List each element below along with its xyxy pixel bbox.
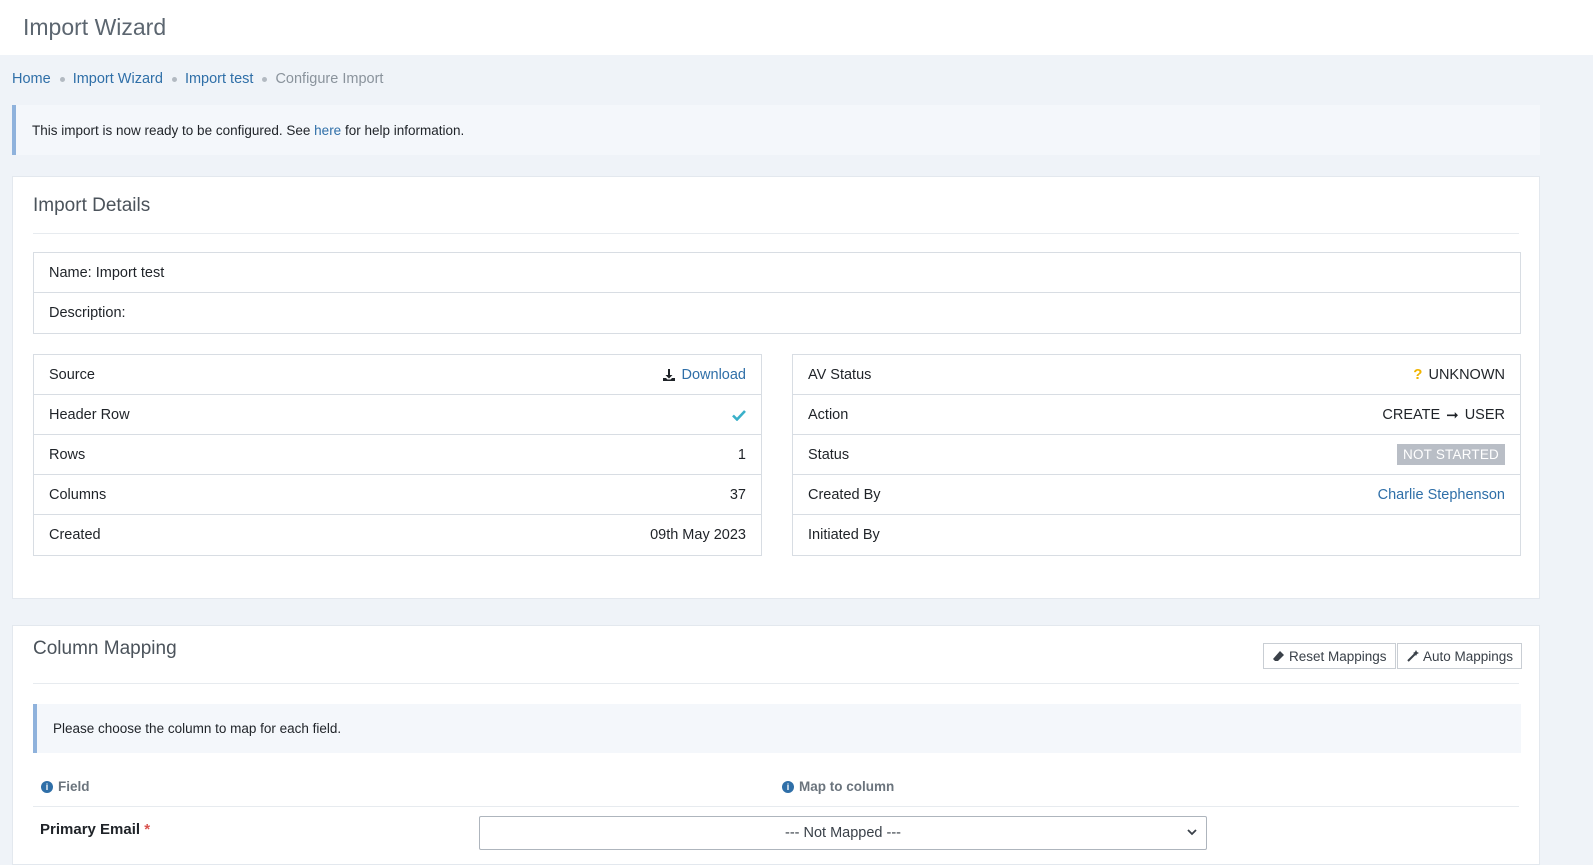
source-label: Source bbox=[49, 366, 95, 383]
page-title: Import Wizard bbox=[23, 14, 167, 40]
breadcrumb-current: Configure Import bbox=[275, 71, 384, 87]
breadcrumb-separator bbox=[59, 76, 65, 82]
av-status-label: AV Status bbox=[808, 366, 872, 383]
columns-row: Columns 37 bbox=[34, 475, 761, 515]
action-row: Action CREATE ➞ USER bbox=[793, 395, 1520, 435]
map-column-header: i Map to column bbox=[782, 779, 894, 794]
divider bbox=[33, 233, 1519, 234]
select-value: --- Not Mapped --- bbox=[784, 825, 902, 841]
info-icon: i bbox=[782, 780, 794, 793]
header-row-label: Header Row bbox=[49, 406, 130, 423]
rows-label: Rows bbox=[49, 446, 86, 463]
mapping-help-alert: Please choose the column to map for each… bbox=[33, 704, 1521, 753]
action-label: Action bbox=[808, 406, 849, 423]
initiated-by-label: Initiated By bbox=[808, 527, 880, 543]
primary-email-label: Primary Email * bbox=[40, 821, 150, 838]
magic-wand-icon bbox=[1407, 649, 1419, 662]
initiated-by-row: Initiated By bbox=[793, 515, 1520, 555]
reset-mappings-button[interactable]: Reset Mappings bbox=[1263, 643, 1396, 669]
breadcrumb-import-wizard[interactable]: Import Wizard bbox=[73, 71, 163, 87]
question-icon: ? bbox=[1413, 366, 1423, 383]
status-row: Status NOT STARTED bbox=[793, 435, 1520, 475]
created-row: Created 09th May 2023 bbox=[34, 515, 761, 555]
description-row: Description: bbox=[34, 293, 1520, 333]
av-status-row: AV Status ? UNKNOWN bbox=[793, 355, 1520, 395]
auto-mappings-button[interactable]: Auto Mappings bbox=[1397, 643, 1523, 669]
alert-text-after: for help information. bbox=[344, 122, 465, 138]
column-mapping-title: Column Mapping bbox=[33, 638, 177, 659]
created-by-label: Created By bbox=[808, 486, 881, 503]
action-from: CREATE bbox=[1382, 406, 1441, 423]
columns-value: 37 bbox=[729, 486, 746, 503]
ready-alert: This import is now ready to be configure… bbox=[12, 105, 1540, 155]
import-details-title: Import Details bbox=[33, 195, 151, 216]
created-by-link[interactable]: Charlie Stephenson bbox=[1378, 487, 1505, 503]
top-header: Import Wizard bbox=[0, 0, 1593, 55]
primary-email-mapping-select[interactable]: --- Not Mapped --- bbox=[479, 816, 1207, 850]
name-text: Name: Import test bbox=[49, 264, 165, 281]
reset-mappings-label: Reset Mappings bbox=[1289, 648, 1387, 664]
created-label: Created bbox=[49, 527, 101, 543]
mapping-help-text: Please choose the column to map for each… bbox=[53, 721, 342, 736]
rows-row: Rows 1 bbox=[34, 435, 761, 475]
description-text: Description: bbox=[49, 305, 126, 321]
check-icon bbox=[732, 409, 746, 421]
info-icon: i bbox=[41, 780, 53, 793]
created-by-row: Created By Charlie Stephenson bbox=[793, 475, 1520, 515]
header-row-row: Header Row bbox=[34, 395, 761, 435]
status-info-table: AV Status ? UNKNOWN Action CREATE ➞ USER… bbox=[792, 354, 1521, 556]
source-row: Source Download bbox=[34, 355, 761, 395]
import-info-table: Source Download Header Row Rows 1 Column… bbox=[33, 354, 762, 556]
chevron-down-icon bbox=[1187, 829, 1197, 836]
divider bbox=[33, 806, 1519, 807]
auto-mappings-label: Auto Mappings bbox=[1423, 648, 1514, 664]
av-status-value: UNKNOWN bbox=[1428, 366, 1505, 383]
help-link[interactable]: here bbox=[314, 123, 341, 138]
breadcrumb-separator bbox=[262, 76, 268, 82]
name-description-table: Name: Import test Description: bbox=[33, 252, 1521, 334]
columns-label: Columns bbox=[49, 486, 107, 503]
action-to: USER bbox=[1464, 406, 1505, 423]
alert-text: This import is now ready to be configure… bbox=[32, 122, 311, 138]
status-badge: NOT STARTED bbox=[1397, 444, 1505, 465]
download-link[interactable]: Download bbox=[662, 366, 747, 383]
breadcrumb-home[interactable]: Home bbox=[12, 71, 51, 87]
download-icon bbox=[662, 368, 675, 381]
column-mapping-card: Column Mapping Reset Mappings Auto Mappi… bbox=[12, 625, 1540, 865]
field-header-label: Field bbox=[58, 779, 90, 794]
rows-value: 1 bbox=[737, 446, 746, 463]
map-header-label: Map to column bbox=[799, 779, 895, 794]
name-row: Name: Import test bbox=[34, 253, 1520, 293]
divider bbox=[33, 683, 1519, 684]
import-details-card: Import Details Name: Import test Descrip… bbox=[12, 176, 1540, 599]
required-marker: * bbox=[144, 821, 151, 838]
field-column-header: i Field bbox=[41, 779, 90, 794]
breadcrumb-import-test[interactable]: Import test bbox=[185, 71, 254, 87]
breadcrumb: Home Import Wizard Import test Configure… bbox=[12, 71, 383, 87]
status-label: Status bbox=[808, 446, 850, 463]
arrow-right-icon: ➞ bbox=[1446, 406, 1459, 424]
field-name: Primary Email bbox=[40, 821, 141, 838]
eraser-icon bbox=[1273, 650, 1284, 661]
breadcrumb-separator bbox=[171, 76, 177, 82]
download-label: Download bbox=[681, 366, 747, 383]
created-value: 09th May 2023 bbox=[650, 527, 746, 543]
